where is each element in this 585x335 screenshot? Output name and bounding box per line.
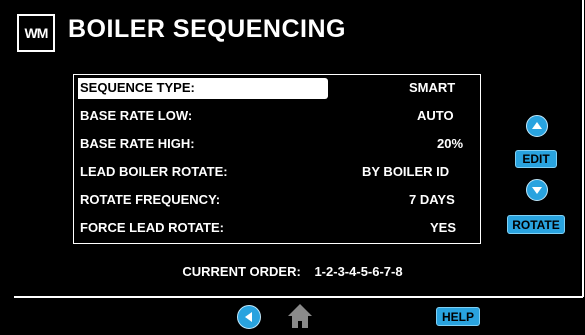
rotate-button[interactable]: ROTATE: [507, 215, 565, 234]
home-icon: [288, 304, 312, 328]
chevron-down-icon[interactable]: [526, 179, 548, 201]
help-button[interactable]: HELP: [436, 307, 480, 326]
frame-edge: [582, 0, 584, 297]
page-title: BOILER SEQUENCING: [68, 15, 346, 43]
setting-label: FORCE LEAD ROTATE:: [80, 220, 224, 235]
setting-row-base-rate-low[interactable]: BASE RATE LOW: AUTO: [78, 106, 476, 126]
chevron-up-icon[interactable]: [526, 115, 548, 137]
setting-row-lead-boiler-rotate[interactable]: LEAD BOILER ROTATE: BY BOILER ID: [78, 162, 476, 182]
setting-value: 7 DAYS: [409, 192, 455, 207]
setting-label: ROTATE FREQUENCY:: [80, 192, 221, 207]
setting-label: BASE RATE LOW:: [80, 108, 193, 123]
setting-value: YES: [430, 220, 457, 235]
setting-row-sequence-type[interactable]: SEQUENCE TYPE: SMART: [78, 78, 476, 99]
setting-value: 20%: [437, 136, 464, 151]
setting-row-rotate-frequency[interactable]: ROTATE FREQUENCY: 7 DAYS: [78, 190, 476, 210]
chevron-up-icon: [532, 122, 542, 129]
chevron-left-icon: [245, 312, 252, 322]
setting-value: AUTO: [417, 108, 454, 123]
setting-label: BASE RATE HIGH:: [80, 136, 195, 151]
home-button[interactable]: [286, 302, 314, 330]
setting-value: SMART: [409, 80, 456, 95]
brand-logo: WM: [17, 14, 55, 52]
setting-row-force-lead-rotate[interactable]: FORCE LEAD ROTATE: YES: [78, 218, 476, 238]
edit-button[interactable]: EDIT: [515, 150, 557, 168]
chevron-down-icon: [532, 187, 542, 194]
setting-row-base-rate-high[interactable]: BASE RATE HIGH: 20%: [78, 134, 476, 154]
current-order: CURRENT ORDER: 1-2-3-4-5-6-7-8: [0, 264, 585, 279]
setting-label: SEQUENCE TYPE:: [80, 80, 195, 95]
setting-label: LEAD BOILER ROTATE:: [80, 164, 228, 179]
current-order-value: 1-2-3-4-5-6-7-8: [314, 264, 403, 279]
footer-divider: [14, 296, 583, 298]
settings-panel: SEQUENCE TYPE: SMART BASE RATE LOW: AUTO…: [73, 74, 481, 244]
setting-value: BY BOILER ID: [362, 164, 450, 179]
current-order-label: CURRENT ORDER:: [182, 264, 301, 279]
back-button[interactable]: [237, 305, 261, 329]
